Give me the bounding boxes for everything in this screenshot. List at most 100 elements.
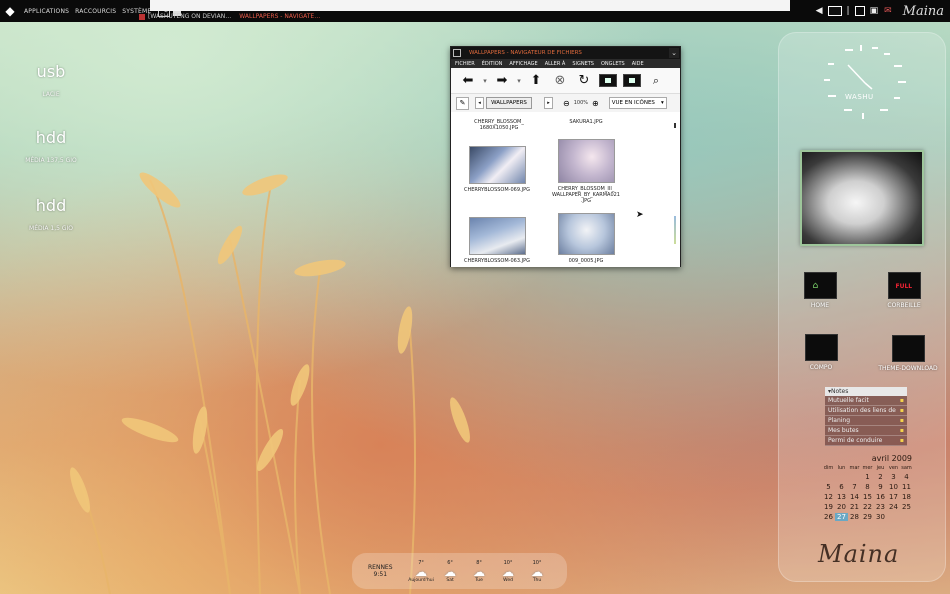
notes-header[interactable]: ▾Notes (825, 387, 907, 396)
calendar-day[interactable]: 21 (848, 503, 861, 511)
menu-aide[interactable]: AIDE (632, 61, 644, 67)
menu-raccourcis[interactable]: RACCOURCIS (72, 8, 119, 15)
zoom-out-icon[interactable]: ⊖ (563, 99, 570, 108)
mail-icon[interactable]: ✉ (884, 6, 892, 16)
calendar-day[interactable]: 22 (861, 503, 874, 511)
calendar-day[interactable]: 6 (835, 483, 848, 491)
back-dropdown-icon[interactable]: ▾ (480, 77, 490, 85)
file-item[interactable]: CHERRY_BLOSSOM_III_ WALLPAPER_BY_KARMA02… (546, 139, 626, 204)
calendar-day[interactable]: 25 (900, 503, 913, 511)
folder-compo[interactable]: COMPO (791, 334, 851, 371)
up-arrow-icon[interactable]: ⬆ (524, 73, 548, 88)
calendar-day[interactable]: 10 (887, 483, 900, 491)
file-name: SAKURA1.JPG (569, 119, 603, 125)
calendar-day[interactable]: 14 (848, 493, 861, 501)
calendar-day[interactable]: 4 (900, 473, 913, 481)
note-label: Mes butes (828, 427, 859, 434)
edit-location-icon[interactable]: ✎ (456, 96, 469, 110)
file-name: CHERRYBLOSSOM-069.JPG (464, 187, 530, 193)
file-item[interactable]: CHERRYBLOSSOM-069.JPG (457, 146, 537, 193)
network-icon[interactable]: ▣ (870, 6, 879, 16)
calendar-day[interactable]: 18 (900, 493, 913, 501)
calendar-day[interactable]: 28 (848, 513, 861, 521)
task-item-deviantart[interactable]: [WASHUTENG ON DEVIAN… (135, 13, 235, 20)
calendar-day[interactable]: 27 (835, 513, 848, 521)
drive-media-1-5[interactable]: hdd MÉDIA 1,5 GIO (15, 196, 87, 232)
forward-arrow-icon[interactable]: ➡ (490, 73, 514, 88)
scrollbar-indicator[interactable] (674, 216, 676, 244)
drive-media-137[interactable]: hdd MÉDIA 137,5 GIO (15, 128, 87, 164)
calendar-day[interactable]: 23 (874, 503, 887, 511)
calendar-day[interactable]: 9 (874, 483, 887, 491)
calendar-empty-cell (887, 513, 900, 521)
home-folder-icon[interactable] (599, 74, 617, 87)
menu-onglets[interactable]: ONGLETS (601, 61, 625, 67)
task-label: [WASHUTENG ON DEVIAN… (148, 13, 232, 20)
photo-frame-widget[interactable] (800, 150, 924, 246)
menu-fichier[interactable]: FICHIER (455, 61, 475, 67)
folder-theme-download[interactable]: THEME-DOWNLOAD (876, 335, 940, 372)
calendar-day[interactable]: 20 (835, 503, 848, 511)
calendar-day[interactable]: 12 (822, 493, 835, 501)
tray-window-icon[interactable] (827, 6, 842, 16)
window-close-icon[interactable]: ⌄ (669, 48, 679, 58)
file-item[interactable]: 009_0005.JPG (546, 213, 626, 264)
dock-brand: Maina (818, 540, 900, 568)
reload-icon[interactable]: ↻ (572, 73, 596, 88)
scrollbar-thumb[interactable] (674, 123, 676, 128)
calendar-day[interactable]: 30 (874, 513, 887, 521)
note-item[interactable]: Planing ▪ (825, 416, 907, 426)
calendar-day[interactable]: 13 (835, 493, 848, 501)
note-item[interactable]: Utilisation des liens de ▪ (825, 406, 907, 416)
calendar-day[interactable]: 19 (822, 503, 835, 511)
file-item[interactable]: SAKURA1.JPG (546, 119, 626, 125)
note-item[interactable]: Mutuelle facit ▪ (825, 396, 907, 406)
file-item[interactable]: CHERRYBLOSSOM-063.JPG (457, 217, 537, 264)
menu-aller-a[interactable]: ALLER À (545, 61, 566, 67)
separator-icon: | (846, 6, 850, 16)
folder-corbeille[interactable]: FULL CORBEILLE (874, 272, 934, 309)
file-item[interactable]: CHERRY_BLOSSOM_ 1680X1050.JPG (459, 119, 539, 131)
calendar-day[interactable]: 3 (887, 473, 900, 481)
volume-icon[interactable]: ◀ (816, 6, 823, 16)
stop-icon[interactable]: ⊗ (548, 73, 572, 88)
hdd-icon: hdd (35, 196, 67, 215)
drive-lacie[interactable]: usb LACIE (25, 62, 77, 98)
calendar-day[interactable]: 24 (887, 503, 900, 511)
display-icon[interactable] (854, 6, 865, 16)
note-item[interactable]: Permi de conduire ▪ (825, 436, 907, 446)
note-item[interactable]: Mes butes ▪ (825, 426, 907, 436)
calendar-day[interactable]: 15 (861, 493, 874, 501)
calendar-day[interactable]: 2 (874, 473, 887, 481)
zoom-in-icon[interactable]: ⊕ (592, 99, 599, 108)
calendar-day[interactable]: 17 (887, 493, 900, 501)
calendar-day[interactable]: 26 (822, 513, 835, 521)
calendar-day[interactable]: 7 (848, 483, 861, 491)
calendar-day[interactable]: 29 (861, 513, 874, 521)
trash-icon: FULL (887, 272, 921, 299)
task-list: [WASHUTENG ON DEVIAN… WALLPAPERS - NAVIG… (135, 11, 815, 22)
calendar-day[interactable]: 5 (822, 483, 835, 491)
path-button[interactable]: WALLPAPERS (486, 97, 532, 109)
path-right-icon[interactable]: ▸ (544, 97, 553, 109)
computer-icon[interactable] (623, 74, 641, 87)
calendar-day[interactable]: 11 (900, 483, 913, 491)
path-left-icon[interactable]: ◂ (475, 97, 484, 109)
calendar-day[interactable]: 16 (874, 493, 887, 501)
calendar-day[interactable]: 1 (861, 473, 874, 481)
search-icon[interactable]: ⌕ (644, 74, 668, 88)
menu-applications[interactable]: APPLICATIONS (21, 8, 72, 15)
forward-dropdown-icon[interactable]: ▾ (514, 77, 524, 85)
window-menu-icon[interactable] (453, 49, 461, 57)
back-arrow-icon[interactable]: ⬅ (456, 73, 480, 88)
task-item-file-manager[interactable]: WALLPAPERS - NAVIGATE… (235, 13, 324, 20)
menu-edition[interactable]: ÉDITION (482, 61, 503, 67)
distro-logo-icon[interactable]: ◆ (2, 3, 18, 19)
menu-affichage[interactable]: AFFICHAGE (509, 61, 537, 67)
city-name: RENNES (368, 564, 393, 571)
folder-home[interactable]: ⌂ HOME (790, 272, 850, 309)
window-titlebar[interactable]: WALLPAPERS - NAVIGATEUR DE FICHIERS ⌄ (451, 47, 680, 59)
view-mode-select[interactable]: VUE EN ICÔNES ▾ (608, 97, 667, 109)
menu-signets[interactable]: SIGNETS (572, 61, 594, 67)
calendar-day[interactable]: 8 (861, 483, 874, 491)
